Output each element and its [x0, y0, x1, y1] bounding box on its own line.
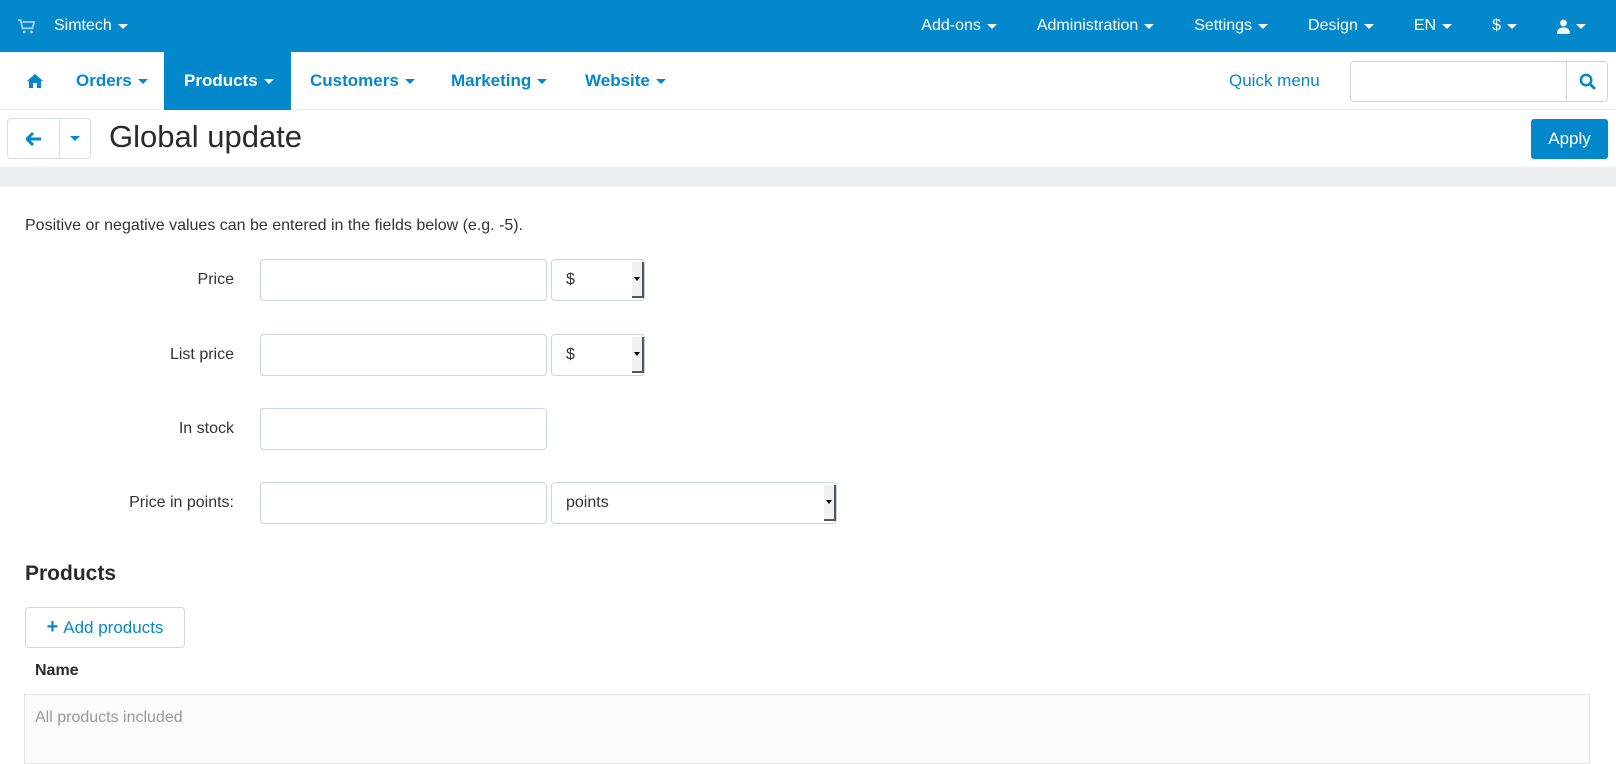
back-dropdown-button[interactable]: [60, 119, 90, 158]
price-in-points-input[interactable]: [260, 482, 547, 524]
home-icon: [27, 74, 43, 88]
menu-addons[interactable]: Add-ons: [901, 17, 1017, 35]
field-label: Price in points:: [129, 494, 234, 511]
arrow-left-icon: [25, 131, 41, 146]
field-label: Price: [197, 271, 234, 288]
chevron-down-icon: [655, 78, 666, 84]
select-value: $: [566, 346, 575, 363]
list-price-currency-select[interactable]: $: [551, 334, 645, 376]
chevron-down-icon: [1144, 23, 1155, 29]
cart-icon: [18, 18, 36, 33]
menu-label: Administration: [1036, 17, 1139, 34]
in-stock-input[interactable]: [260, 408, 547, 450]
search-input[interactable]: [1351, 62, 1567, 101]
search-button[interactable]: [1567, 62, 1607, 101]
chevron-down-icon: [1363, 23, 1374, 29]
plus-icon: +: [46, 616, 59, 638]
chevron-down-icon: [1442, 23, 1453, 29]
chevron-down-icon: [1576, 23, 1586, 29]
chevron-down-icon: [986, 23, 997, 29]
menu-settings[interactable]: Settings: [1174, 17, 1288, 35]
chevron-down-icon: [404, 78, 415, 84]
top-bar: Simtech Add-ons Administration Settings …: [0, 0, 1616, 52]
back-button[interactable]: [8, 119, 60, 158]
field-list-price: List price $: [0, 334, 900, 376]
price-currency-select[interactable]: $: [551, 259, 645, 301]
menu-user[interactable]: [1537, 19, 1616, 34]
chevron-down-icon: [117, 23, 128, 29]
nav-home[interactable]: [7, 52, 63, 110]
nav-website[interactable]: Website: [565, 52, 686, 110]
field-price-in-points: Price in points: points: [0, 482, 900, 524]
menu-label: Settings: [1194, 17, 1253, 34]
add-products-button[interactable]: + Add products: [25, 607, 185, 648]
dropdown-arrow-icon: [824, 485, 836, 521]
nav-label: Products: [184, 71, 258, 90]
field-in-stock: In stock: [0, 408, 900, 450]
nav-marketing[interactable]: Marketing: [431, 52, 567, 110]
menu-label: Add-ons: [921, 17, 981, 34]
chevron-down-icon: [1258, 23, 1269, 29]
menu-label: Design: [1308, 17, 1358, 34]
nav-label: Marketing: [451, 71, 532, 90]
button-label: Add products: [63, 617, 164, 637]
field-label: In stock: [178, 420, 234, 437]
dropdown-arrow-icon: [632, 337, 644, 373]
list-price-input[interactable]: [260, 334, 547, 376]
nav-orders[interactable]: Orders: [56, 52, 168, 110]
points-type-select[interactable]: points: [551, 482, 837, 524]
chevron-down-icon: [537, 78, 548, 84]
empty-state-text: All products included: [35, 709, 183, 726]
menu-administration[interactable]: Administration: [1017, 17, 1174, 35]
field-price: Price $: [0, 259, 900, 301]
store-name: Simtech: [54, 17, 112, 34]
store-switcher[interactable]: Simtech: [18, 0, 128, 52]
menu-language[interactable]: EN: [1394, 17, 1472, 35]
price-input[interactable]: [260, 259, 547, 301]
quick-menu-link[interactable]: Quick menu: [1229, 52, 1320, 110]
products-heading: Products: [25, 562, 117, 585]
chevron-down-icon: [137, 78, 148, 84]
menu-currency[interactable]: $: [1472, 17, 1537, 35]
user-icon: [1557, 19, 1570, 34]
main-nav: Orders Products Customers Marketing Webs…: [0, 52, 1616, 110]
menu-label: $: [1492, 17, 1501, 34]
products-table: All products included: [24, 694, 1590, 764]
divider-strip: [0, 167, 1616, 187]
nav-label: Customers: [310, 71, 399, 90]
main-content: Positive or negative values can be enter…: [0, 187, 1616, 764]
menu-design[interactable]: Design: [1288, 17, 1394, 35]
back-button-group: [7, 118, 91, 159]
nav-products[interactable]: Products: [164, 52, 291, 110]
column-header-name: Name: [35, 662, 79, 679]
form-hint: Positive or negative values can be enter…: [25, 217, 524, 234]
nav-label: Orders: [76, 71, 132, 90]
apply-button[interactable]: Apply: [1531, 119, 1608, 159]
nav-customers[interactable]: Customers: [290, 52, 435, 110]
menu-label: EN: [1413, 17, 1437, 34]
nav-label: Website: [585, 71, 650, 90]
chevron-down-icon: [70, 136, 80, 141]
page-title: Global update: [109, 119, 303, 154]
field-label: List price: [169, 346, 234, 363]
select-value: $: [566, 271, 575, 288]
chevron-down-icon: [1507, 23, 1517, 29]
title-bar: Global update Apply: [0, 111, 1616, 167]
search-box: [1350, 61, 1608, 102]
select-value: points: [566, 494, 609, 511]
dropdown-arrow-icon: [632, 262, 644, 298]
chevron-down-icon: [263, 78, 274, 84]
search-icon: [1579, 73, 1596, 90]
